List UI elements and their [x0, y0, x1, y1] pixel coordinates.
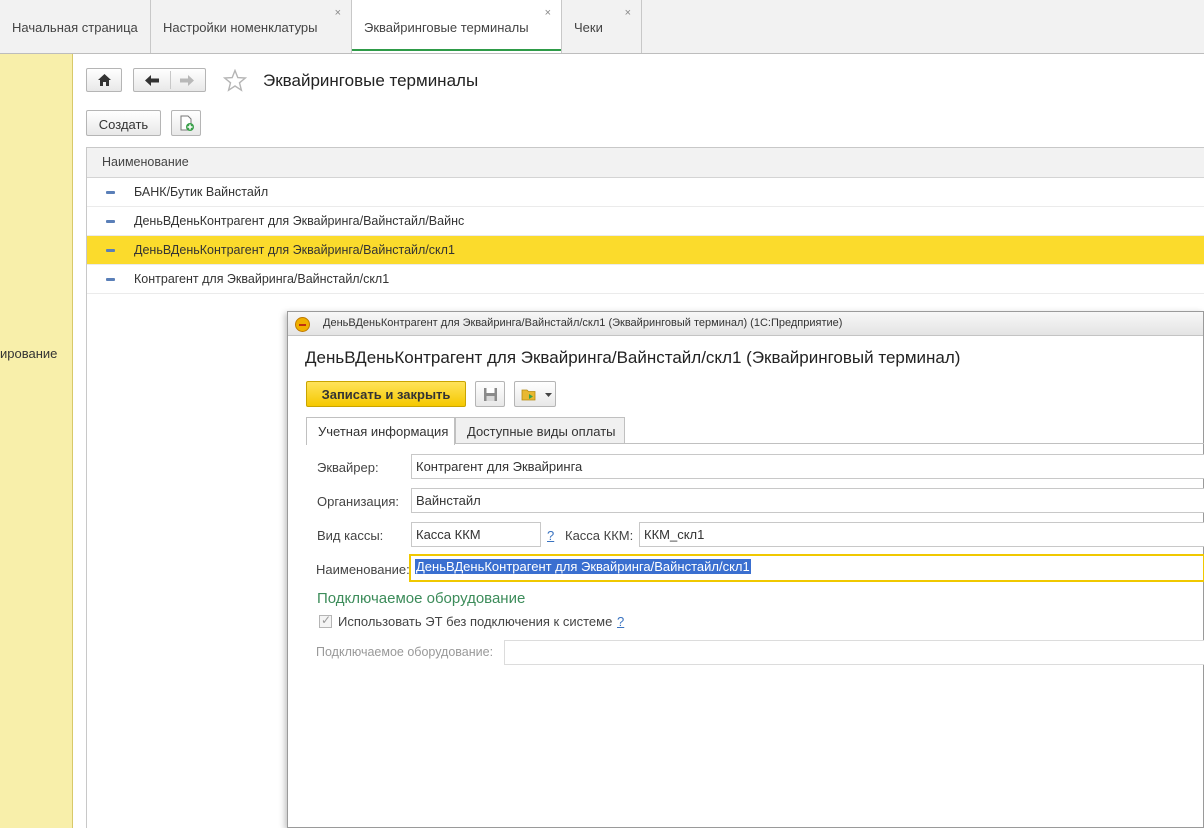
sections-sidebar: ирование	[0, 54, 73, 828]
tab-label: Чеки	[574, 20, 603, 35]
list-row[interactable]: ДеньВДеньКонтрагент для Эквайринга/Вайнс…	[87, 207, 1204, 236]
save-and-close-button[interactable]: Записать и закрыть	[306, 381, 466, 407]
tab-label: Эквайринговые терминалы	[364, 20, 529, 35]
dialog-heading: ДеньВДеньКонтрагент для Эквайринга/Вайнс…	[305, 348, 961, 367]
dialog-window-title: ДеньВДеньКонтрагент для Эквайринга/Вайнс…	[323, 317, 843, 329]
star-icon[interactable]	[223, 69, 247, 92]
forward-arrow-icon[interactable]	[179, 74, 195, 87]
acquirer-field[interactable]: Контрагент для Эквайринга	[411, 454, 1204, 479]
cash-type-field[interactable]: Касса ККМ	[411, 522, 541, 547]
save-button[interactable]	[475, 381, 505, 407]
create-button-label: Создать	[98, 117, 149, 132]
history-nav-group	[133, 68, 206, 92]
cash-type-help-icon[interactable]: ?	[547, 528, 554, 543]
organization-value: Вайнстайл	[416, 493, 481, 508]
tab-home-page[interactable]: Начальная страница	[0, 0, 151, 53]
cash-type-label: Вид кассы:	[317, 528, 384, 543]
checkbox-label[interactable]: Использовать ЭТ без подключения к систем…	[338, 614, 612, 629]
add-document-icon	[180, 115, 194, 131]
tab-receipts[interactable]: Чеки ×	[562, 0, 642, 53]
tab-acquiring-terminals[interactable]: Эквайринговые терминалы ×	[352, 0, 562, 53]
close-icon[interactable]: ×	[545, 7, 551, 19]
column-header-name[interactable]: Наименование	[102, 155, 189, 169]
create-button[interactable]: Создать	[86, 110, 161, 136]
row-state-icon	[106, 220, 115, 223]
dialog-titlebar[interactable]: ДеньВДеньКонтрагент для Эквайринга/Вайнс…	[288, 312, 1203, 336]
checkbox-help-icon[interactable]: ?	[617, 614, 624, 629]
home-icon	[98, 74, 111, 86]
terminal-edit-dialog: ДеньВДеньКонтрагент для Эквайринга/Вайнс…	[287, 311, 1204, 828]
page-title: Эквайринговые терминалы	[263, 71, 479, 90]
section-title-equipment: Подключаемое оборудование	[317, 590, 526, 607]
name-value: ДеньВДеньКонтрагент для Эквайринга/Вайнс…	[415, 559, 751, 574]
tab-accounting-info[interactable]: Учетная информация	[306, 417, 455, 445]
tab-nomenclature-settings[interactable]: Настройки номенклатуры ×	[151, 0, 352, 53]
row-state-icon	[106, 249, 115, 252]
dropdown-arrow-icon	[545, 393, 552, 397]
row-state-icon	[106, 191, 115, 194]
equipment-label: Подключаемое оборудование:	[316, 645, 494, 659]
equipment-field[interactable]	[504, 640, 1204, 665]
actions-menu-button[interactable]	[514, 381, 556, 407]
tab-label: Доступные виды оплаты	[467, 424, 616, 439]
organization-label: Организация:	[317, 494, 400, 509]
folder-arrow-icon	[521, 389, 536, 401]
list-row-selected[interactable]: ДеньВДеньКонтрагент для Эквайринга/Вайнс…	[87, 236, 1204, 265]
row-state-icon	[106, 278, 115, 281]
tab-label: Настройки номенклатуры	[163, 20, 318, 35]
home-button[interactable]	[86, 68, 122, 92]
1c-logo-icon	[295, 317, 310, 332]
save-and-close-label: Записать и закрыть	[321, 387, 451, 402]
list-row[interactable]: БАНК/Бутик Вайнстайл	[87, 178, 1204, 207]
save-disk-icon	[484, 388, 497, 401]
name-label: Наименование:	[316, 562, 410, 577]
cash-type-value: Касса ККМ	[416, 527, 481, 542]
sidebar-section-label[interactable]: ирование	[0, 346, 57, 361]
close-icon[interactable]: ×	[335, 7, 341, 19]
cash-register-value: ККМ_скл1	[644, 527, 705, 542]
back-arrow-icon[interactable]	[144, 74, 160, 87]
use-without-connection-checkbox[interactable]	[319, 613, 332, 628]
row-text: БАНК/Бутик Вайнстайл	[134, 185, 269, 199]
cash-register-label: Касса ККМ:	[565, 528, 634, 543]
tab-payment-types[interactable]: Доступные виды оплаты	[455, 417, 625, 444]
list-header: Наименование	[87, 148, 1204, 178]
cash-register-field[interactable]: ККМ_скл1	[639, 522, 1204, 547]
list-row[interactable]: Контрагент для Эквайринга/Вайнстайл/скл1	[87, 265, 1204, 294]
tab-label: Начальная страница	[12, 20, 138, 35]
create-copy-button[interactable]	[171, 110, 201, 136]
tab-label: Учетная информация	[318, 424, 449, 439]
row-text: Контрагент для Эквайринга/Вайнстайл/скл1	[134, 272, 390, 286]
name-input[interactable]: ДеньВДеньКонтрагент для Эквайринга/Вайнс…	[409, 554, 1204, 582]
row-text: ДеньВДеньКонтрагент для Эквайринга/Вайнс…	[134, 243, 455, 257]
row-text: ДеньВДеньКонтрагент для Эквайринга/Вайнс…	[134, 214, 465, 228]
acquirer-value: Контрагент для Эквайринга	[416, 459, 583, 474]
window-tab-bar: Начальная страница Настройки номенклатур…	[0, 0, 1204, 54]
organization-field[interactable]: Вайнстайл	[411, 488, 1204, 513]
acquirer-label: Эквайрер:	[317, 460, 379, 475]
close-icon[interactable]: ×	[625, 7, 631, 19]
